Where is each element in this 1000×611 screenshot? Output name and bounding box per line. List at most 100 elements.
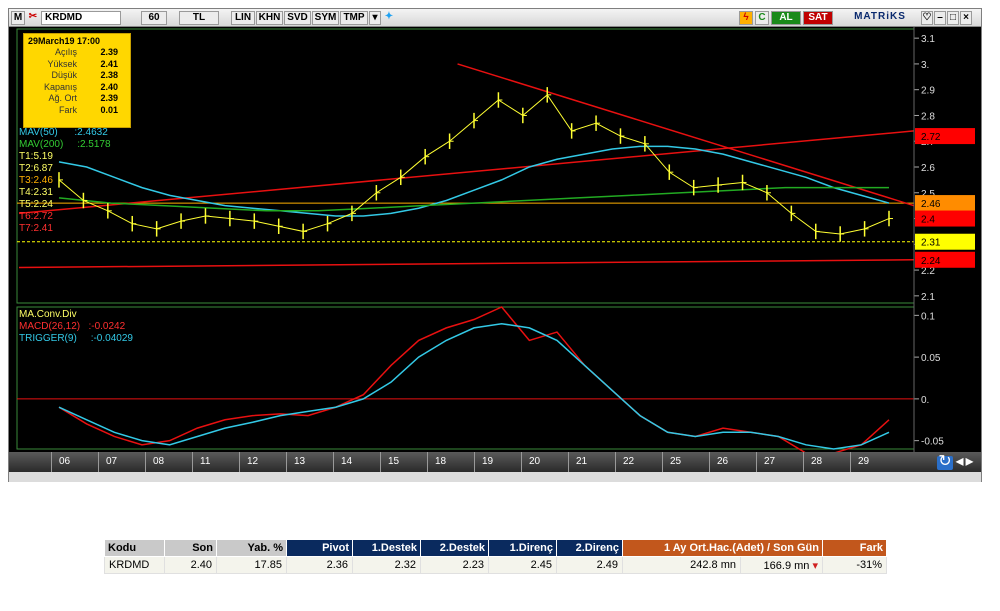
down-arrow-icon: ▾ bbox=[812, 559, 818, 572]
legend-macd-title: MA.Conv.Div bbox=[19, 309, 77, 320]
legend-macd-label: MACD(26,12) bbox=[19, 321, 81, 332]
x-axis-label: 06 bbox=[59, 456, 71, 467]
x-axis-label: 14 bbox=[341, 456, 353, 467]
cell-pivot: 2.36 bbox=[286, 556, 353, 574]
price-y-tick-label: 2.6 bbox=[921, 163, 935, 174]
scroll-left-icon[interactable]: ◂ bbox=[955, 454, 964, 470]
price-y-tick-label: 2.9 bbox=[921, 86, 935, 97]
legend-trigger-value: :-0.04029 bbox=[90, 333, 133, 344]
scrollbar[interactable] bbox=[9, 472, 981, 482]
cell-destek2: 2.23 bbox=[420, 556, 489, 574]
x-axis: 06 07 08 11 12 13 14 15 18 19 20 21 22 25 26 27 28 29 bbox=[9, 452, 981, 472]
x-axis-label: 13 bbox=[294, 456, 306, 467]
info-value-wavg: 2.39 bbox=[100, 93, 118, 104]
legend-t3: T3:2.46 bbox=[19, 175, 53, 186]
legend-mav50: MAV(50) :2.4632 bbox=[19, 127, 108, 139]
info-label-diff: Fark bbox=[59, 104, 77, 115]
legend-mav200-value: :2.5178 bbox=[77, 139, 111, 150]
x-axis-separator bbox=[615, 452, 616, 472]
chart-canvas: 3.13.2.92.82.72.62.52.42.32.22.12.722.46… bbox=[16, 27, 975, 454]
legend-t1: T1:5.19 bbox=[19, 151, 53, 162]
th-son: Son bbox=[164, 539, 217, 557]
price-tag-label: 2.31 bbox=[921, 238, 941, 249]
x-axis-label: 25 bbox=[670, 456, 682, 467]
cell-volume-last: 166.9 mn ▾ bbox=[740, 556, 823, 574]
x-axis-separator bbox=[756, 452, 757, 472]
legend-t5: T5:2.24 bbox=[19, 199, 53, 210]
x-axis-separator bbox=[192, 452, 193, 472]
x-axis-separator bbox=[239, 452, 240, 472]
macd-y-tick-label: 0.1 bbox=[921, 311, 935, 322]
info-datetime: 29March19 17:00 bbox=[28, 36, 101, 46]
info-value-open: 2.39 bbox=[100, 47, 118, 57]
macd-line bbox=[58, 306, 890, 454]
cell-fark: -31% bbox=[822, 556, 887, 574]
x-axis-separator bbox=[568, 452, 569, 472]
x-axis-separator bbox=[521, 452, 522, 472]
legend-t6: T6:2.72 bbox=[19, 211, 53, 222]
legend-mav200-label: MAV(200) bbox=[19, 139, 64, 150]
x-axis-label: 08 bbox=[153, 456, 165, 467]
x-axis-label: 22 bbox=[623, 456, 635, 467]
mav200-line bbox=[58, 186, 889, 212]
x-axis-separator bbox=[803, 452, 804, 472]
x-axis-separator bbox=[380, 452, 381, 472]
price-y-tick-label: 2.1 bbox=[921, 292, 935, 303]
info-label-close: Kapanış bbox=[43, 81, 77, 92]
cell-volume-last-value: 166.9 mn bbox=[763, 559, 810, 572]
info-label-high: Yüksek bbox=[47, 58, 77, 69]
refresh-icon[interactable]: ↻ bbox=[937, 454, 953, 470]
legend-mav200: MAV(200) :2.5178 bbox=[19, 139, 111, 151]
legend-macd: MACD(26,12) :-0.0242 bbox=[19, 321, 125, 333]
x-axis-label: 27 bbox=[764, 456, 776, 467]
cell-destek1: 2.32 bbox=[352, 556, 421, 574]
scroll-right-icon[interactable]: ▸ bbox=[965, 454, 974, 470]
info-label-low: Düşük bbox=[51, 70, 77, 81]
price-y-tick-label: 2.8 bbox=[921, 111, 935, 122]
info-label-open: Açılış bbox=[54, 47, 77, 57]
info-value-close: 2.40 bbox=[100, 81, 118, 92]
x-axis-label: 29 bbox=[858, 456, 870, 467]
trend-line-t6 bbox=[457, 63, 915, 207]
legend-mav50-label: MAV(50) bbox=[19, 127, 58, 138]
x-axis-separator bbox=[427, 452, 428, 472]
th-fark: Fark bbox=[822, 539, 887, 557]
th-yab: Yab. % bbox=[216, 539, 287, 557]
x-axis-separator bbox=[474, 452, 475, 472]
x-axis-separator bbox=[850, 452, 851, 472]
x-axis-label: 18 bbox=[435, 456, 447, 467]
macd-y-tick-label: -0.05 bbox=[921, 437, 944, 448]
x-axis-separator bbox=[662, 452, 663, 472]
macd-y-tick-label: 0. bbox=[921, 395, 929, 406]
ohlc-info-box: 29March19 17:00 Açılış 2.39 Yüksek 2.41 Dü… bbox=[23, 33, 131, 128]
info-value-low: 2.38 bbox=[100, 70, 118, 81]
x-axis-separator bbox=[98, 452, 99, 472]
legend-t4: T4:2.31 bbox=[19, 187, 53, 198]
x-axis-label: 12 bbox=[247, 456, 259, 467]
cell-kodu: KRDMD bbox=[104, 556, 165, 574]
cell-son: 2.40 bbox=[164, 556, 217, 574]
th-kodu: Kodu bbox=[104, 539, 165, 557]
x-axis-label: 28 bbox=[811, 456, 823, 467]
macd-panel-frame bbox=[16, 306, 915, 450]
trend-line-t5 bbox=[18, 259, 915, 269]
x-axis-separator bbox=[286, 452, 287, 472]
cell-direnc2: 2.49 bbox=[556, 556, 623, 574]
x-axis-separator bbox=[709, 452, 710, 472]
th-volume: 1 Ay Ort.Hac.(Adet) / Son Gün bbox=[622, 539, 823, 557]
price-y-tick-label: 3.1 bbox=[921, 34, 935, 45]
cell-volume-month: 242.8 mn bbox=[622, 556, 741, 574]
x-axis-separator bbox=[145, 452, 146, 472]
macd-panel: 0.1 0.05 0. -0.05 bbox=[16, 306, 944, 454]
summary-table: Kodu Son Yab. % Pivot 1.Destek 2.Destek … bbox=[104, 539, 887, 574]
price-tag-label: 2.46 bbox=[921, 199, 941, 210]
legend-mav50-value: :2.4632 bbox=[74, 127, 108, 138]
x-axis-label: 07 bbox=[106, 456, 118, 467]
legend-macd-value: :-0.0242 bbox=[88, 321, 126, 332]
legend-t2: T2:6.87 bbox=[19, 163, 53, 174]
info-label-wavg: Ağ. Ort bbox=[48, 93, 77, 104]
th-destek1: 1.Destek bbox=[352, 539, 421, 557]
legend-trigger: TRIGGER(9) :-0.04029 bbox=[19, 333, 133, 345]
price-tag-label: 2.72 bbox=[921, 132, 941, 143]
x-axis-separator bbox=[51, 452, 52, 472]
